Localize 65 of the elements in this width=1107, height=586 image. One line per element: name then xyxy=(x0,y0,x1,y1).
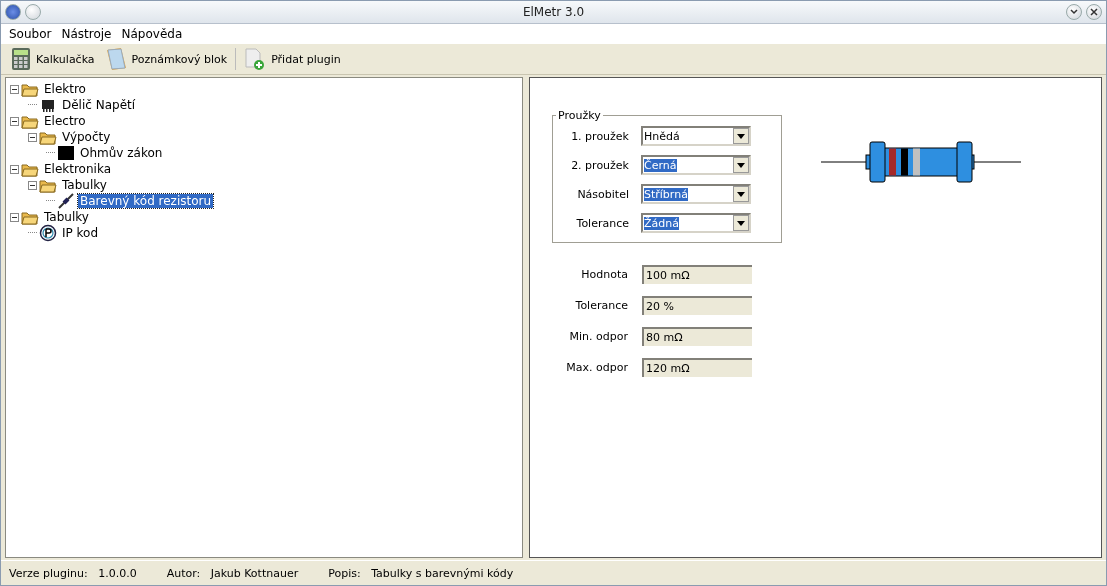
field-label: Max. odpor xyxy=(565,360,628,374)
output-field: 120 mΩ xyxy=(642,357,752,377)
app-menu-button[interactable] xyxy=(5,4,21,20)
tree-item[interactable]: Elektronika xyxy=(42,162,113,176)
collapse-toggle[interactable] xyxy=(10,164,19,174)
status-text: Autor: Jakub Kottnauer xyxy=(166,566,299,580)
minus-icon xyxy=(30,182,35,188)
menu-item[interactable]: Soubor xyxy=(5,27,56,41)
close-button[interactable] xyxy=(1086,4,1102,20)
tree-item[interactable]: Ohmův zákon xyxy=(78,146,165,160)
collapse-toggle[interactable] xyxy=(10,116,19,126)
field-label: Násobitel xyxy=(576,187,629,201)
tree-item[interactable]: Barevný kód rezistoru xyxy=(78,194,214,208)
field-label: Tolerance xyxy=(574,298,628,312)
close-icon xyxy=(1090,8,1098,16)
collapse-toggle[interactable] xyxy=(10,84,19,94)
collapse-toggle[interactable] xyxy=(10,212,19,222)
toolbar-button[interactable]: Přidat plugin xyxy=(240,46,345,72)
tree-item[interactable]: Výpočty xyxy=(60,130,113,144)
status-text: Popis: Tabulky s barevnými kódy xyxy=(328,566,514,580)
dropdown[interactable]: Černá xyxy=(641,155,751,175)
folder-icon xyxy=(21,209,39,225)
tree-item[interactable]: IP kod xyxy=(60,226,101,240)
window-title: ElMetr 3.0 xyxy=(521,5,586,19)
field-label: 2. proužek xyxy=(570,158,629,172)
ip-icon xyxy=(39,224,57,242)
field-label: Hodnota xyxy=(580,267,628,281)
add-plugin-icon xyxy=(244,47,267,71)
tree-item[interactable]: Electro xyxy=(42,114,88,128)
minus-icon xyxy=(12,166,17,172)
status-text: Verze pluginu: 1.0.0.0 xyxy=(9,566,137,580)
folder-icon xyxy=(21,81,39,97)
notepad-icon xyxy=(104,47,127,71)
field-label: 1. proužek xyxy=(570,129,629,143)
dropdown[interactable]: Stříbrná xyxy=(641,184,751,204)
resistor-icon xyxy=(57,193,75,209)
minus-icon xyxy=(30,134,35,140)
folder-icon xyxy=(21,113,39,129)
calculator-icon xyxy=(11,47,31,71)
toolbar-button[interactable]: Poznámkový blok xyxy=(100,46,232,72)
folder-icon xyxy=(21,161,39,177)
field-label: Min. odpor xyxy=(568,329,628,343)
menu-item[interactable]: Nástroje xyxy=(57,27,116,41)
group-title: Proužky xyxy=(557,109,602,122)
minus-icon xyxy=(12,214,17,220)
minimize-button[interactable] xyxy=(1066,4,1082,20)
toolbar-button[interactable]: Kalkulačka xyxy=(7,46,99,72)
minus-icon xyxy=(12,86,17,92)
dropdown[interactable]: Žádná xyxy=(641,213,751,233)
field-label: Tolerance xyxy=(575,216,629,230)
collapse-toggle[interactable] xyxy=(28,132,37,142)
collapse-toggle[interactable] xyxy=(28,180,37,190)
tree-item[interactable]: Tabulky xyxy=(42,210,91,224)
minus-icon xyxy=(12,118,17,124)
tree-item[interactable]: Elektro xyxy=(42,82,88,96)
tree-item[interactable]: Dělič Napětí xyxy=(60,98,138,112)
output-field: 100 mΩ xyxy=(642,264,752,284)
tree-item[interactable]: Tabulky xyxy=(60,178,109,192)
output-field: 80 mΩ xyxy=(642,326,752,346)
menu-item[interactable]: Nápověda xyxy=(117,27,187,41)
chevron-down-icon xyxy=(1070,9,1078,15)
output-field: 20 % xyxy=(642,295,752,315)
folder-icon xyxy=(39,129,57,145)
folder-icon xyxy=(39,177,57,193)
dropdown[interactable]: Hnědá xyxy=(641,126,751,146)
